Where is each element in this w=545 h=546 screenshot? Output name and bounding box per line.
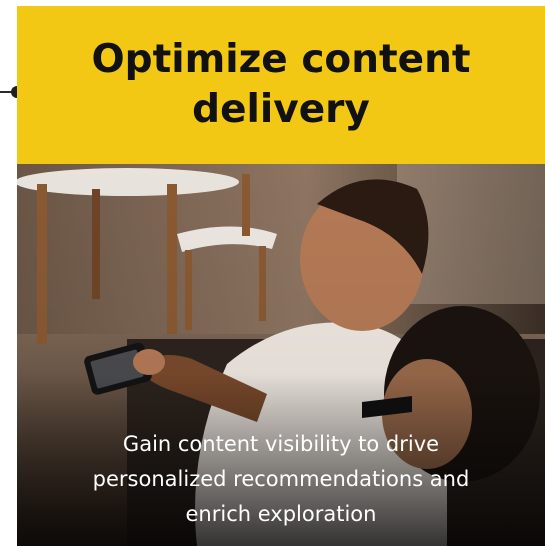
- card-title: Optimize content delivery: [91, 37, 471, 132]
- card-description: Gain content visibility to drive persona…: [92, 432, 470, 526]
- card-photo: Gain content visibility to drive persona…: [17, 164, 545, 546]
- card-header: Optimize content delivery: [17, 6, 545, 164]
- feature-card[interactable]: Optimize content delivery Gain content v…: [17, 6, 545, 546]
